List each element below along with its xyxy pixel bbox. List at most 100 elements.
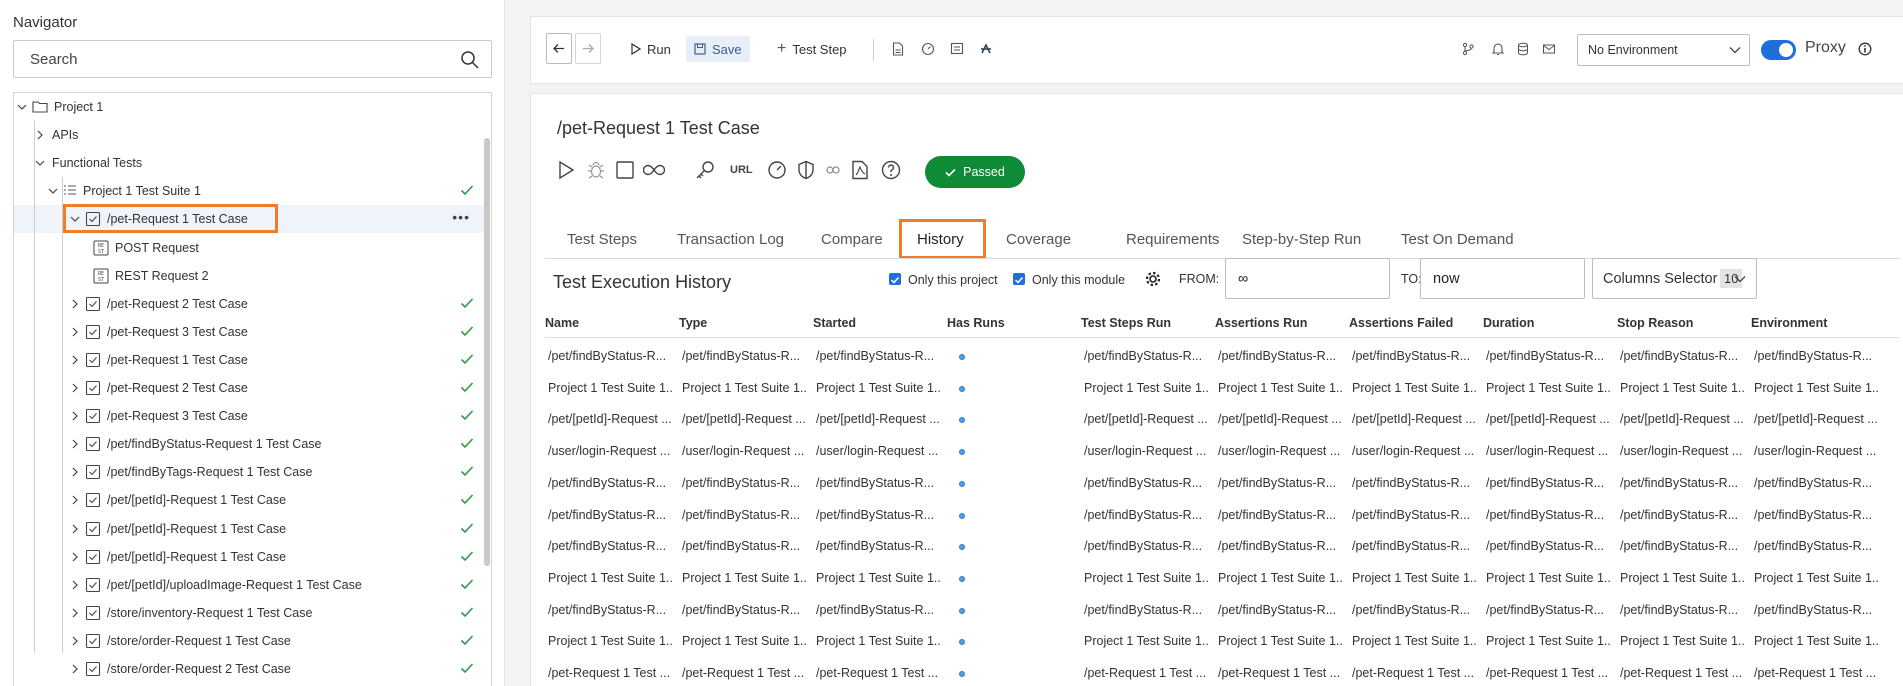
tree-item[interactable]: /pet-Request 2 Test Case [14,374,484,402]
column-header[interactable]: Name [545,316,579,330]
document-icon[interactable] [892,42,904,56]
tree-item[interactable]: /pet/[petId]-Request 1 Test Case [14,486,484,514]
table-cell: Project 1 Test Suite 1... [1352,380,1478,395]
back-button[interactable] [546,33,572,64]
chevron-right-icon[interactable] [69,551,81,563]
tree-item[interactable]: Functional Tests [14,149,484,177]
tab-requirements[interactable]: Requirements [1126,231,1219,248]
tree-item[interactable]: Project 1 Test Suite 1 [14,177,484,205]
tree-item[interactable]: /pet-Request 3 Test Case [14,318,484,346]
link-icon[interactable] [825,163,841,177]
settings-gear-icon[interactable] [1145,271,1161,287]
column-header[interactable]: Environment [1751,316,1827,330]
tree-item[interactable]: /pet/[petId]/uploadImage-Request 1 Test … [14,571,484,599]
has-runs-indicator [959,639,965,646]
forward-button[interactable] [575,33,601,64]
stop-icon[interactable] [615,160,635,180]
to-input[interactable]: now [1420,258,1585,299]
tree-request-item[interactable]: RE ST POST Request [14,234,484,262]
branch-icon[interactable] [1461,42,1475,56]
tab-coverage[interactable]: Coverage [1006,231,1071,248]
database-icon[interactable] [1516,42,1530,56]
column-header[interactable]: Assertions Failed [1349,316,1453,330]
bell-icon[interactable] [1491,42,1505,56]
chevron-right-icon[interactable] [69,607,81,619]
chevron-right-icon[interactable] [69,438,81,450]
chevron-right-icon[interactable] [69,663,81,675]
column-header[interactable]: Started [813,316,856,330]
info-icon[interactable] [1858,42,1872,56]
chevron-right-icon[interactable] [69,354,81,366]
tree-item[interactable]: /pet-Request 1 Test Case [14,346,484,374]
tab-test-on-demand[interactable]: Test On Demand [1401,231,1514,248]
tree-item[interactable]: /pet/[petId]-Request 1 Test Case [14,543,484,571]
gauge-icon[interactable] [921,42,935,56]
environment-select[interactable]: No Environment [1577,34,1750,66]
tab-test-steps[interactable]: Test Steps [567,231,637,248]
chevron-right-icon[interactable] [69,326,81,338]
run-button[interactable]: Run [623,36,679,62]
chevron-right-icon[interactable] [69,382,81,394]
key-icon[interactable] [694,160,716,180]
tab-compare[interactable]: Compare [821,231,883,248]
save-button[interactable]: Save [686,36,750,62]
tree-item[interactable]: /store/order-Request 2 Test Case [14,655,484,683]
pdf-icon[interactable] [851,160,869,180]
tree-item[interactable]: APIs [14,121,484,149]
integration-icon[interactable] [979,42,993,56]
tab-step-by-step-run[interactable]: Step-by-Step Run [1242,231,1361,248]
chevron-right-icon[interactable] [69,523,81,535]
chevron-right-icon[interactable] [69,635,81,647]
column-header[interactable]: Duration [1483,316,1534,330]
chevron-down-icon[interactable] [34,157,46,169]
only-module-checkbox[interactable] [1013,273,1025,285]
chevron-right-icon[interactable] [69,410,81,422]
tree-item[interactable]: /store/order-Request 1 Test Case [14,627,484,655]
report-icon[interactable] [950,42,964,56]
loop-icon[interactable] [643,160,665,180]
proxy-toggle[interactable] [1761,40,1796,60]
column-header[interactable]: Test Steps Run [1081,316,1171,330]
tree-item[interactable]: /pet-Request 2 Test Case [14,290,484,318]
search-icon[interactable] [460,50,480,70]
passed-check-icon [460,494,474,505]
navigator-search-input[interactable]: Search [13,40,492,78]
column-header[interactable]: Stop Reason [1617,316,1693,330]
chevron-down-icon[interactable] [16,101,28,113]
tree-item[interactable]: Project 1 [14,93,484,121]
tree-item-label: /pet/[petId]-Request 1 Test Case [107,493,287,508]
more-options-icon[interactable]: ••• [452,209,470,225]
column-header[interactable]: Type [679,316,707,330]
url-button[interactable]: URL [730,164,753,176]
performance-gauge-icon[interactable] [767,160,787,180]
tree-item[interactable]: /pet/[petId]-Request 1 Test Case [14,515,484,543]
chevron-right-icon[interactable] [69,298,81,310]
environment-value: No Environment [1588,43,1678,57]
chevron-right-icon[interactable] [69,579,81,591]
play-icon[interactable] [557,160,575,180]
tree-item[interactable]: /pet/findByTags-Request 1 Test Case [14,458,484,486]
bug-icon[interactable] [586,160,606,180]
columns-selector[interactable]: Columns Selector 10 [1592,258,1757,299]
add-test-step-button[interactable]: + Test Step [769,36,855,62]
tab-history[interactable]: History [917,231,964,248]
table-cell: Project 1 Test Suite 1... [548,634,674,649]
mail-icon[interactable] [1542,42,1556,56]
tree-request-item[interactable]: RE ST REST Request 2 [14,262,484,290]
column-header[interactable]: Has Runs [947,316,1005,330]
from-input[interactable]: ∞ [1225,258,1390,299]
only-project-checkbox[interactable] [889,273,901,285]
chevron-down-icon[interactable] [47,185,59,197]
tree-item[interactable]: /pet-Request 3 Test Case [14,402,484,430]
chevron-right-icon[interactable] [69,466,81,478]
shield-icon[interactable] [796,160,816,180]
chevron-right-icon[interactable] [34,129,46,141]
tree-scrollbar[interactable] [484,138,490,566]
column-header[interactable]: Assertions Run [1215,316,1307,330]
tree-item[interactable]: /pet/findByStatus-Request 1 Test Case [14,430,484,458]
tab-transaction-log[interactable]: Transaction Log [677,231,784,248]
tree-item[interactable]: /store/inventory-Request 1 Test Case [14,599,484,627]
help-icon[interactable] [881,160,901,180]
tree-item-label: /pet-Request 3 Test Case [107,324,248,339]
chevron-right-icon[interactable] [69,494,81,506]
